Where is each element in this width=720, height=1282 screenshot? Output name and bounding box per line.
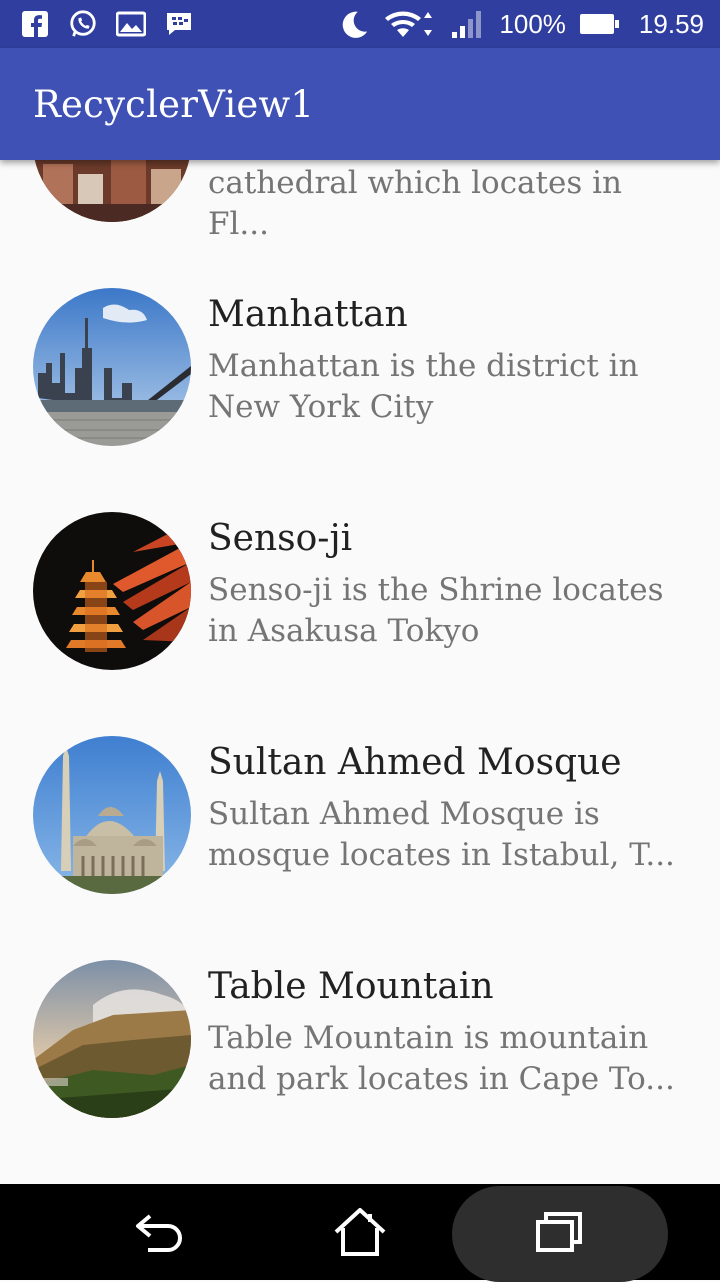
home-icon	[334, 1208, 386, 1256]
list-item[interactable]: Senso-ji Senso-ji is the Shrine locates …	[0, 448, 720, 672]
app-title: RecyclerView1	[33, 82, 315, 126]
back-icon	[136, 1214, 182, 1252]
signal-icon	[449, 9, 485, 39]
bbm-icon	[164, 9, 194, 39]
status-bar: 100% 19.59	[0, 0, 720, 48]
recents-button[interactable]	[520, 1184, 600, 1280]
recents-icon	[536, 1212, 582, 1252]
thumbnail-sultan-ahmed-mosque	[33, 736, 191, 894]
item-title: Sultan Ahmed Mosque	[208, 742, 622, 783]
list-item[interactable]: Table Mountain Table Mountain is mountai…	[0, 896, 720, 1120]
wifi-icon	[383, 9, 435, 39]
thumbnail-senso-ji	[33, 512, 191, 670]
item-title: Senso-ji	[208, 518, 353, 559]
gallery-icon	[116, 9, 146, 39]
list-item[interactable]: Sultan Ahmed Mosque Sultan Ahmed Mosque …	[0, 672, 720, 896]
home-button[interactable]	[320, 1184, 400, 1280]
list-item[interactable]: cathedral which locates in Fl...	[0, 160, 720, 242]
thumbnail-manhattan	[33, 288, 191, 446]
battery-icon	[579, 14, 619, 34]
back-button[interactable]	[120, 1184, 200, 1280]
item-description: Senso-ji is the Shrine locates in Asakus…	[208, 572, 664, 649]
moon-icon	[339, 9, 369, 39]
recycler-list[interactable]: cathedral which locates in Fl... Manhatt…	[0, 160, 720, 1184]
item-description: Sultan Ahmed Mosque is mosque locates in…	[208, 796, 675, 873]
item-description: Table Mountain is mountain and park loca…	[208, 1020, 675, 1097]
item-title: Table Mountain	[208, 966, 494, 1007]
thumbnail-florence-cathedral	[33, 160, 191, 222]
list-item[interactable]: Manhattan Manhattan is the district in N…	[0, 224, 720, 448]
item-title: Manhattan	[208, 294, 408, 335]
whatsapp-icon	[68, 9, 98, 39]
facebook-icon	[20, 9, 50, 39]
navigation-bar	[0, 1184, 720, 1282]
status-time: 19.59	[638, 8, 704, 39]
item-description: Manhattan is the district in New York Ci…	[208, 348, 639, 425]
thumbnail-table-mountain	[33, 960, 191, 1118]
app-bar: RecyclerView1	[0, 48, 720, 160]
battery-percent: 100%	[499, 8, 566, 39]
